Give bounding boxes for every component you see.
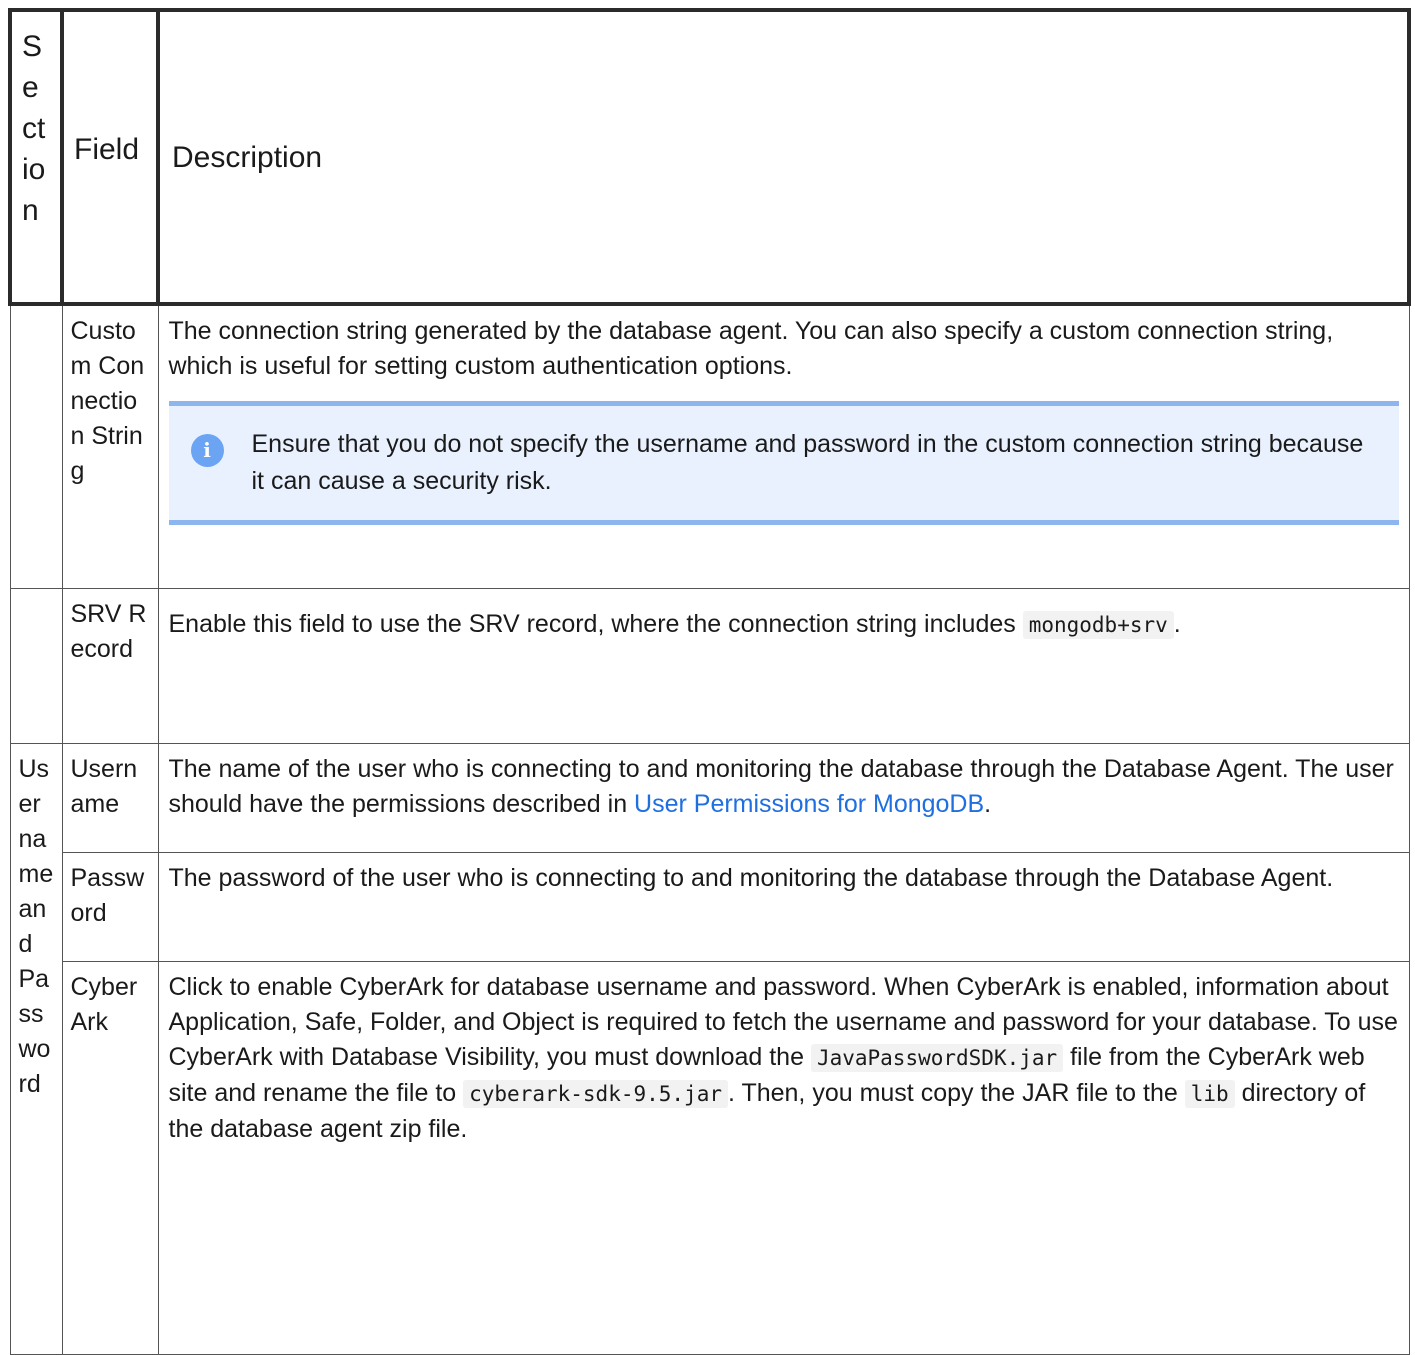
table-row: Username and Password Username The name … — [9, 743, 1410, 1355]
header-description: Description — [156, 8, 1411, 306]
description-text: . Then, you must copy the JAR file to th… — [728, 1079, 1185, 1107]
description-text: Enable this field to use the SRV record,… — [168, 610, 1023, 638]
description-text: The connection string generated by the d… — [168, 317, 1334, 380]
description-text: . — [1173, 610, 1181, 638]
field-cyberark: CyberArk — [61, 961, 159, 1355]
section-cell-empty — [9, 303, 63, 589]
header-field: Field — [60, 8, 160, 306]
field-custom-connection-string: Custom Connection String — [61, 303, 159, 589]
table-header-row: Section Field Description — [8, 8, 1411, 306]
description-password: The password of the user who is connecti… — [157, 852, 1410, 962]
user-permissions-link[interactable]: User Permissions for MongoDB — [634, 790, 984, 818]
info-icon: i — [190, 434, 224, 467]
table-row: Custom Connection String The connection … — [9, 303, 1410, 589]
table-row: SRV Record Enable this field to use the … — [9, 588, 1410, 744]
description-text: . — [984, 790, 992, 818]
description-cyberark: Click to enable CyberArk for database us… — [157, 961, 1410, 1355]
inline-code: mongodb+srv — [1022, 611, 1174, 639]
settings-table: Section Field Description Custom Connect… — [8, 8, 1411, 1355]
field-srv-record: SRV Record — [61, 588, 159, 744]
description-username: The name of the user who is connecting t… — [157, 743, 1410, 853]
inline-code: JavaPasswordSDK.jar — [810, 1044, 1064, 1072]
description-custom-connection-string: The connection string generated by the d… — [157, 303, 1410, 589]
section-cell-empty — [9, 588, 63, 744]
inline-code: lib — [1184, 1080, 1235, 1108]
inline-code: cyberark-sdk-9.5.jar — [463, 1080, 728, 1108]
table-row: Password The password of the user who is… — [10, 852, 1410, 962]
section-username-and-password: Username and Password — [9, 743, 63, 1355]
description-srv-record: Enable this field to use the SRV record,… — [157, 588, 1410, 744]
field-username: Username — [61, 743, 159, 853]
header-section: Section — [8, 8, 64, 306]
info-note: i Ensure that you do not specify the use… — [168, 401, 1399, 525]
field-password: Password — [61, 852, 159, 962]
table-row: CyberArk Click to enable CyberArk for da… — [10, 961, 1410, 1355]
note-text: Ensure that you do not specify the usern… — [251, 430, 1364, 495]
